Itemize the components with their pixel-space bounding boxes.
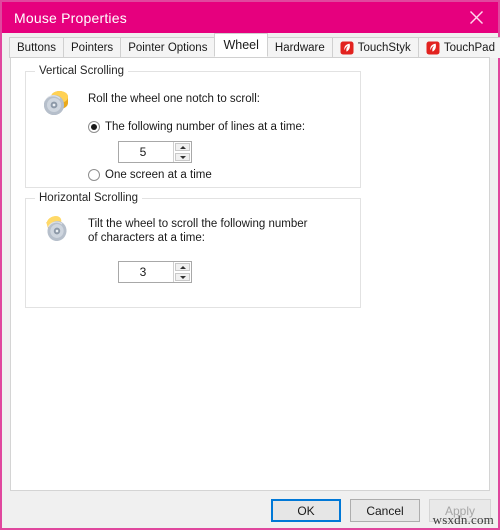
tab-label: Buttons [17,42,56,54]
spinner-down-button[interactable] [175,273,190,281]
tab-buttons[interactable]: Buttons [9,37,64,58]
radio-lines-at-a-time[interactable]: The following number of lines at a time: [88,121,305,133]
lines-value[interactable]: 5 [119,142,173,162]
trackpoint-icon [340,41,354,55]
chevron-down-icon [179,275,186,279]
characters-value[interactable]: 3 [119,262,173,282]
tab-pointer-options[interactable]: Pointer Options [120,37,216,58]
spinner-down-button[interactable] [175,153,190,161]
radio-button-icon [88,169,100,181]
tab-strip: Buttons Pointers Pointer Options Wheel H… [2,33,500,58]
radio-label: The following number of lines at a time: [105,121,306,133]
vertical-scrolling-group: Vertical Scrolling Roll the wheel one no… [25,65,361,188]
tab-wheel[interactable]: Wheel [214,33,268,57]
tab-touchpad[interactable]: TouchPad [417,37,500,58]
radio-label: One screen at a time [105,169,212,181]
tab-label: Pointer Options [128,42,208,54]
horizontal-scrolling-legend: Horizontal Scrolling [35,192,143,204]
horizontal-scrolling-group: Horizontal Scrolling Tilt the wheel to s… [25,192,361,308]
characters-spinner-buttons [173,262,191,282]
spinner-up-button[interactable] [175,263,190,271]
tab-label: Wheel [223,38,259,52]
cancel-label: Cancel [366,503,404,518]
watermark: wsxdn.com [432,512,494,527]
chevron-up-icon [179,265,186,269]
radio-one-screen-at-a-time[interactable]: One screen at a time [88,169,212,181]
tab-pointers[interactable]: Pointers [63,37,122,58]
close-icon [469,10,484,25]
ok-label: OK [297,503,315,518]
vertical-scrolling-legend: Vertical Scrolling [35,65,129,77]
tab-label: Pointers [71,42,114,54]
title-bar: Mouse Properties [2,2,498,33]
dialog-footer: OK Cancel Apply wsxdn.com [2,491,498,528]
tab-hardware[interactable]: Hardware [266,37,333,58]
tab-touchstyk[interactable]: TouchStyk [331,37,419,58]
tab-label: TouchPad [443,42,495,54]
vertical-scrolling-description: Roll the wheel one notch to scroll: [88,93,260,105]
window-title: Mouse Properties [14,9,127,26]
chevron-down-icon [179,155,186,159]
lines-spinner-buttons [173,142,191,162]
wheel-tab-page: Vertical Scrolling Roll the wheel one no… [10,57,490,491]
close-button[interactable] [454,2,498,33]
mouse-properties-window: Mouse Properties Buttons Pointers Pointe… [0,0,500,530]
trackpoint-icon [426,41,440,55]
mouse-tilt-wheel-icon [40,212,74,246]
spinner-up-button[interactable] [175,143,190,151]
radio-button-icon [88,121,100,133]
tab-label: Hardware [274,42,325,54]
mouse-wheel-icon [40,86,74,120]
horizontal-scrolling-description: Tilt the wheel to scroll the following n… [88,218,308,244]
chevron-up-icon [179,145,186,149]
characters-spinner[interactable]: 3 [118,261,192,283]
ok-button[interactable]: OK [271,499,341,522]
tab-label: TouchStyk [357,42,411,54]
lines-spinner[interactable]: 5 [118,141,192,163]
cancel-button[interactable]: Cancel [350,499,420,522]
